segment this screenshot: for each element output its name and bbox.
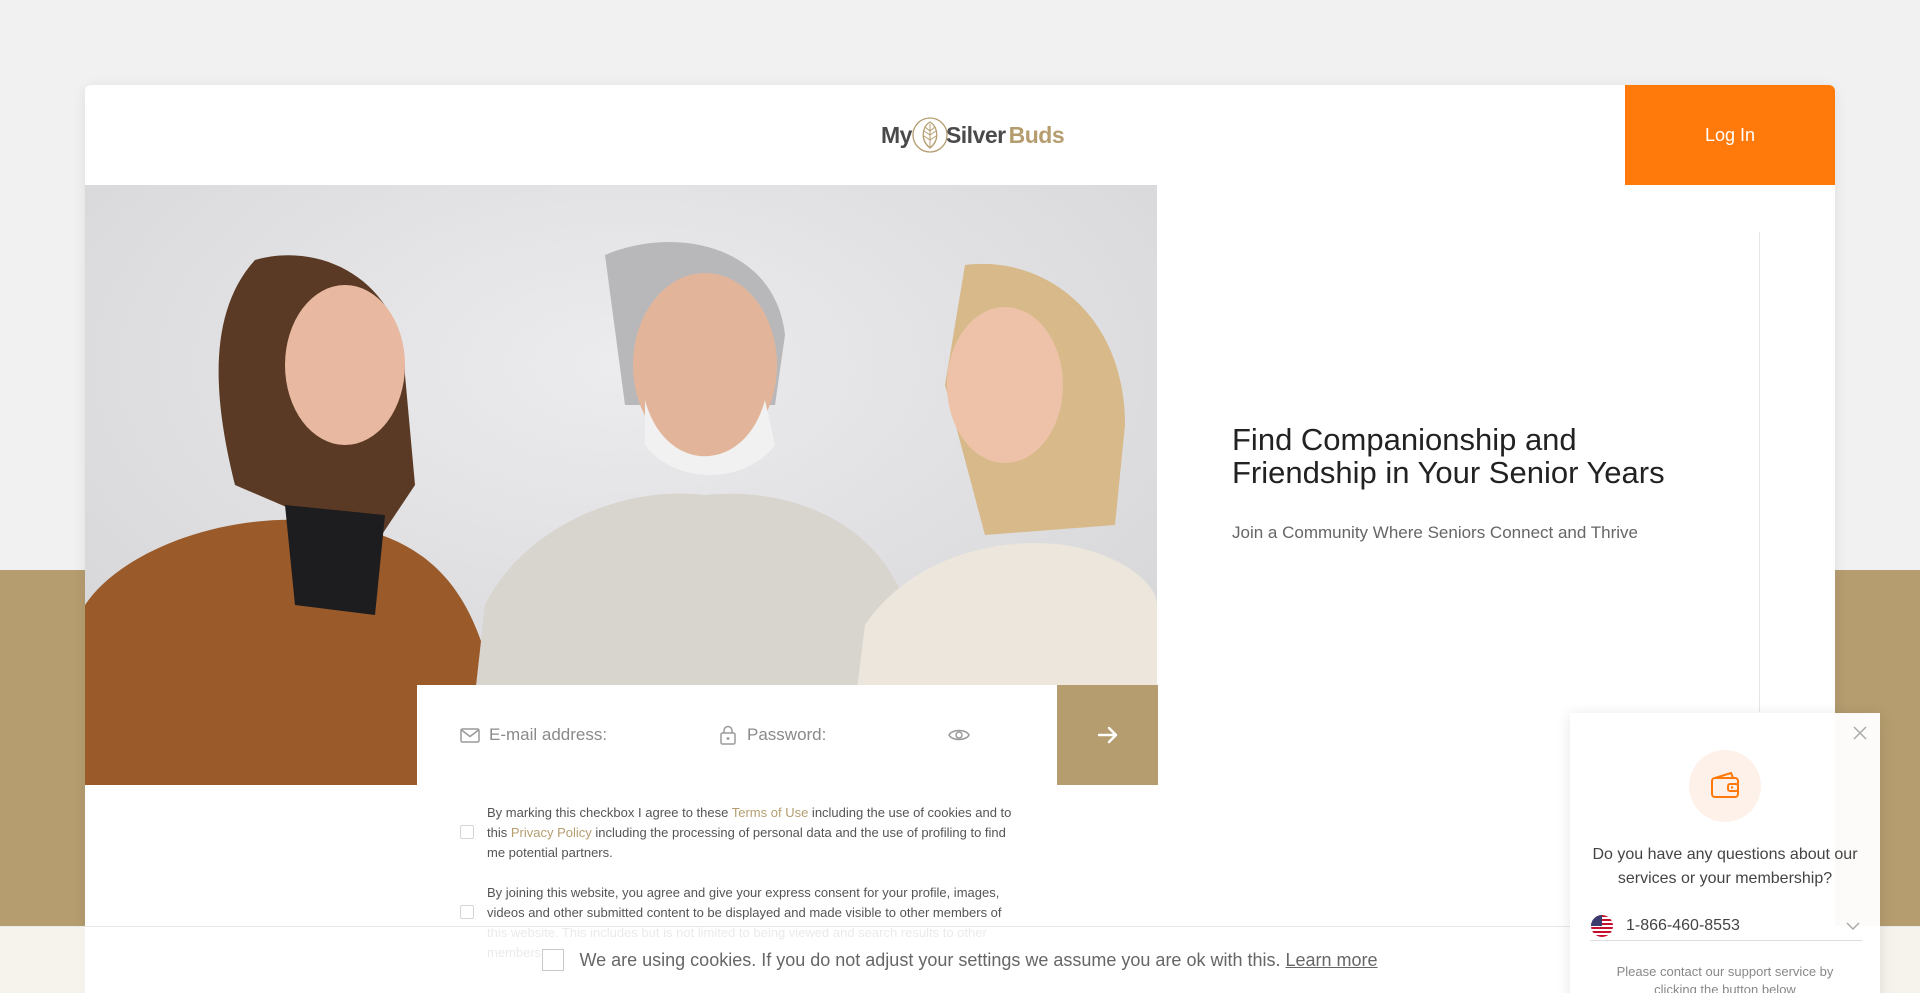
privacy-policy-link[interactable]: Privacy Policy <box>511 825 592 840</box>
cookie-checkbox[interactable] <box>542 949 565 971</box>
support-phone: 1-866-460-8553 <box>1626 916 1740 934</box>
arrow-right-icon <box>1097 726 1117 744</box>
logo-buds-text: Buds <box>1008 121 1065 148</box>
wallet-icon-badge <box>1689 750 1761 822</box>
page-subtitle: Join a Community Where Seniors Connect a… <box>1232 523 1638 542</box>
leaf-icon <box>912 117 948 153</box>
terms-text-part: By marking this checkbox I agree to thes… <box>487 805 732 820</box>
login-button[interactable]: Log In <box>1625 85 1835 185</box>
lock-icon <box>720 725 736 745</box>
envelope-icon <box>460 728 480 743</box>
wallet-icon <box>1711 771 1739 798</box>
terms-checkbox[interactable] <box>460 825 474 839</box>
terms-text: By marking this checkbox I agree to thes… <box>487 803 1020 863</box>
support-note: Please contact our support service by cl… <box>1616 964 1834 993</box>
password-input[interactable] <box>747 725 947 745</box>
content-checkbox[interactable] <box>460 905 474 919</box>
site-logo[interactable]: My Silver Buds <box>881 113 1065 157</box>
support-question: Do you have any questions about our serv… <box>1592 846 1858 887</box>
logo-my-text: My <box>881 121 912 148</box>
terms-consent: By marking this checkbox I agree to thes… <box>460 803 1020 863</box>
learn-more-link[interactable]: Learn more <box>1285 950 1377 971</box>
support-widget: Do you have any questions about our serv… <box>1570 713 1880 993</box>
logo-silver-text: Silver <box>945 121 1006 148</box>
login-form <box>417 685 1158 785</box>
divider <box>1759 232 1760 712</box>
email-input[interactable] <box>489 725 689 745</box>
submit-button[interactable] <box>1057 685 1158 785</box>
page-title: Find Companionship and Friendship in You… <box>1232 422 1665 490</box>
close-icon[interactable] <box>1850 723 1870 743</box>
password-field-wrapper <box>717 685 1057 785</box>
us-flag-icon <box>1591 914 1613 937</box>
eye-icon[interactable] <box>947 723 971 747</box>
email-field-wrapper <box>417 685 717 785</box>
cookie-text: We are using cookies. If you do not adju… <box>579 949 1281 970</box>
terms-of-use-link[interactable]: Terms of Use <box>732 805 809 820</box>
phone-row[interactable]: 1-866-460-8553 <box>1590 911 1862 941</box>
chevron-down-icon[interactable] <box>1844 917 1862 935</box>
